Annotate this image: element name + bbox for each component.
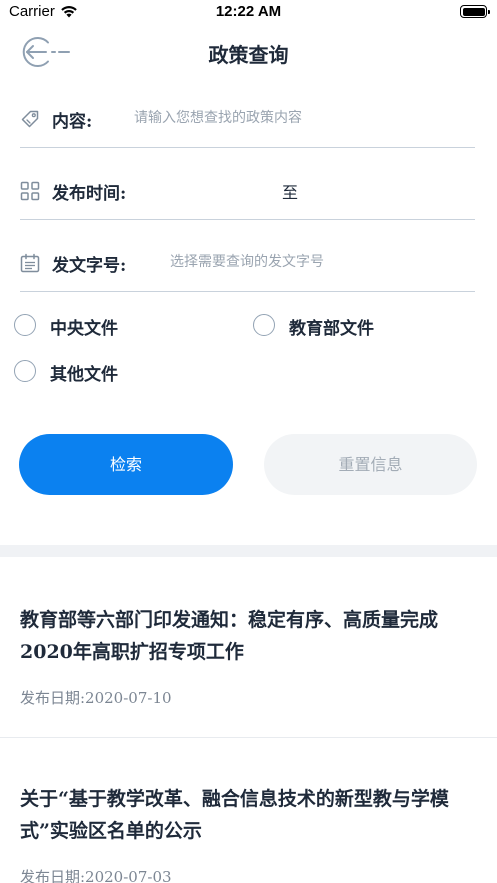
battery-icon <box>460 5 490 18</box>
tag-icon <box>21 110 39 128</box>
filter-ministry-docs[interactable]: 教育部文件 <box>253 312 433 340</box>
doc-number-label: 发文字号: <box>52 256 127 276</box>
news-title: 关于“基于教学改革、融合信息技术的新型教与学模式”实验区名单的公示 <box>20 788 449 842</box>
policy-search-screen: Carrier 12:22 AM 政策查询 内容: 请输入您想查找的政策内容 发… <box>0 0 497 883</box>
end-date-picker[interactable] <box>312 174 462 206</box>
doc-number-select[interactable] <box>170 246 470 278</box>
content-input[interactable] <box>134 102 470 134</box>
list-item[interactable]: 教育部等六部门印发通知：稳定有序、高质量完成2020年高职扩招专项工作 发布日期… <box>0 557 497 737</box>
search-button[interactable]: 检索 <box>19 434 233 495</box>
reset-button[interactable]: 重置信息 <box>264 434 477 495</box>
news-title: 教育部等六部门印发通知：稳定有序、高质量完成2020年高职扩招专项工作 <box>20 609 439 663</box>
radio-unchecked-icon <box>14 360 36 382</box>
news-date: 发布日期:2020-07-03 <box>20 868 172 883</box>
status-bar: Carrier 12:22 AM <box>0 0 497 26</box>
start-date-picker[interactable] <box>160 174 272 206</box>
publish-time-row: 发布时间: 至 <box>20 162 475 220</box>
filter-label: 其他文件 <box>50 365 118 385</box>
page-title: 政策查询 <box>208 43 289 67</box>
filter-label: 中央文件 <box>50 319 118 339</box>
list-item[interactable]: 关于“基于教学改革、融合信息技术的新型教与学模式”实验区名单的公示 发布日期:2… <box>0 738 497 883</box>
filter-central-docs[interactable]: 中央文件 <box>14 312 174 340</box>
publish-time-label: 发布时间: <box>52 184 127 204</box>
status-time: 12:22 AM <box>215 3 282 20</box>
filter-other-docs[interactable]: 其他文件 <box>14 358 174 386</box>
filter-label: 教育部文件 <box>289 319 374 339</box>
section-divider <box>0 545 497 557</box>
grid-icon <box>20 181 40 201</box>
radio-unchecked-icon <box>253 314 275 336</box>
date-range-separator: 至 <box>282 183 299 202</box>
content-row: 内容: <box>20 90 475 148</box>
radio-unchecked-icon <box>14 314 36 336</box>
doc-number-row: 发文字号: <box>20 234 475 292</box>
nav-bar: 政策查询 <box>0 26 497 78</box>
content-label: 内容: <box>52 112 93 132</box>
news-date: 发布日期:2020-07-10 <box>20 689 172 707</box>
calendar-icon <box>20 253 40 273</box>
